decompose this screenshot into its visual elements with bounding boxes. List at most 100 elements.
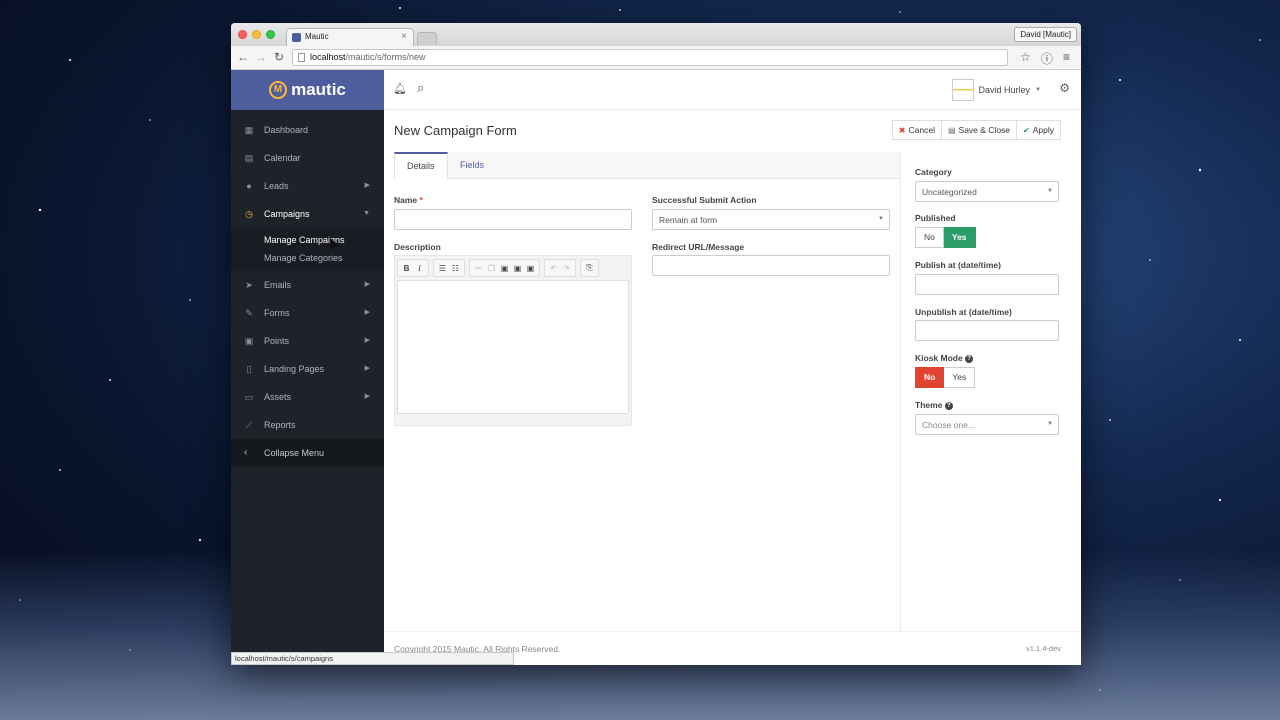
theme-label: Theme ? (915, 400, 953, 410)
apply-button-label: Apply (1032, 125, 1054, 135)
page-document-icon (298, 53, 305, 62)
editor-source-group: ⎘ (580, 259, 599, 277)
form-main-panel: Details Fields Name * Description B I ☰ (384, 151, 900, 633)
kiosk-mode-toggle: No Yes (915, 367, 976, 388)
sidebar-item-leads[interactable]: ● Leads ▶ (231, 172, 384, 200)
tab-fields[interactable]: Fields (448, 152, 496, 179)
gear-icon[interactable]: ⚙ (1059, 81, 1070, 95)
bell-icon[interactable]: 🔔︎ (393, 82, 407, 95)
submit-action-select[interactable]: Remain at form ▼ (652, 209, 890, 230)
check-icon: ✔ (1023, 126, 1030, 135)
menu-hamburger-icon[interactable]: ≡ (1063, 50, 1070, 64)
address-bar[interactable]: localhost/mautic/s/forms/new (292, 49, 1008, 66)
brand-name: mautic (291, 80, 346, 99)
browser-tab-title: Mautic (305, 32, 329, 41)
bold-icon[interactable]: B (401, 264, 412, 273)
forward-arrow-icon[interactable]: → (255, 50, 267, 64)
info-circle-icon[interactable]: ⓘ (1041, 50, 1053, 67)
submenu-manage-campaigns[interactable]: Manage Campaigns (231, 232, 384, 250)
description-editor: B I ☰ ☷ ✂ ❐ ▣ ▣ ▣ ↶ ↷ ⎘ (394, 255, 632, 426)
publish-at-input[interactable] (915, 274, 1059, 295)
sidebar-item-reports[interactable]: ⟋ Reports (231, 411, 384, 439)
chevron-down-icon: ▼ (363, 210, 370, 217)
category-select[interactable]: Uncategorized ▼ (915, 181, 1059, 202)
browser-tab[interactable]: Mautic × (286, 28, 414, 46)
close-window-button[interactable] (238, 30, 247, 39)
redo-icon[interactable]: ↷ (561, 264, 572, 273)
user-icon: ● (246, 181, 252, 191)
question-circle-icon[interactable]: ? (944, 401, 953, 410)
sidebar-item-dashboard[interactable]: ▦ Dashboard (231, 116, 384, 144)
chevron-right-icon: ▶ (364, 337, 370, 344)
minimize-window-button[interactable] (252, 30, 261, 39)
save-close-button[interactable]: ▤ Save & Close (941, 120, 1018, 140)
pencil-square-icon: ✎ (245, 308, 253, 318)
published-toggle: No Yes (915, 227, 976, 248)
unpublish-at-input[interactable] (915, 320, 1059, 341)
bookmark-star-icon[interactable]: ☆ (1020, 50, 1031, 64)
sidebar-item-label: Calendar (264, 153, 301, 163)
kiosk-mode-label: Kiosk Mode ? (915, 353, 974, 363)
numbered-list-icon[interactable]: ☰ (437, 264, 448, 273)
url-path: /mautic/s/forms/new (345, 52, 426, 62)
chevron-right-icon: ▶ (364, 365, 370, 372)
maximize-window-button[interactable] (266, 30, 275, 39)
bulleted-list-icon[interactable]: ☷ (450, 264, 461, 273)
sidebar-item-calendar[interactable]: ▤ Calendar (231, 144, 384, 172)
category-value: Uncategorized (922, 187, 977, 197)
editor-history-group: ↶ ↷ (544, 259, 576, 277)
cancel-button[interactable]: ✖ Cancel (891, 120, 942, 140)
tab-close-icon[interactable]: × (401, 31, 407, 42)
brand-logo[interactable]: M mautic (231, 70, 384, 110)
tab-details[interactable]: Details (394, 152, 448, 179)
copy-icon[interactable]: ❐ (486, 264, 497, 273)
paste-icon[interactable]: ▣ (499, 264, 510, 273)
search-icon[interactable]: ⌕ (417, 80, 424, 96)
source-code-icon[interactable]: ⎘ (584, 263, 595, 273)
sidebar-item-emails[interactable]: ➤ Emails ▶ (231, 271, 384, 299)
collapse-menu-button[interactable]: ‹ Collapse Menu (231, 439, 384, 467)
sidebar-item-label: Landing Pages (264, 364, 325, 374)
cut-icon[interactable]: ✂ (473, 264, 484, 273)
theme-select[interactable]: Choose one... ▼ (915, 414, 1059, 435)
name-input[interactable] (394, 209, 632, 230)
sidebar: M mautic ▦ Dashboard ▤ Calendar ● Leads … (231, 70, 384, 665)
submit-action-label: Successful Submit Action (652, 195, 757, 205)
paper-plane-icon: ➤ (245, 280, 253, 290)
form-settings-panel: Category Uncategorized ▼ Published No Ye… (900, 151, 1071, 633)
sidebar-item-label: Forms (264, 308, 290, 318)
undo-icon[interactable]: ↶ (548, 264, 559, 273)
chevron-left-icon: ‹ (244, 447, 248, 458)
editor-format-group: B I (397, 259, 429, 277)
redirect-input[interactable] (652, 255, 890, 276)
sidebar-item-label: Dashboard (264, 125, 309, 135)
question-circle-icon[interactable]: ? (965, 354, 974, 363)
paste-text-icon[interactable]: ▣ (512, 264, 523, 273)
submenu-manage-categories[interactable]: Manage Categories (231, 250, 384, 268)
collapse-menu-label: Collapse Menu (264, 448, 325, 458)
italic-icon[interactable]: I (414, 264, 425, 273)
kiosk-no-button[interactable]: No (915, 367, 945, 388)
kiosk-yes-button[interactable]: Yes (944, 367, 976, 388)
new-tab-button[interactable] (417, 32, 437, 45)
clock-icon: ◷ (245, 209, 253, 219)
reload-icon[interactable]: ↻ (274, 50, 284, 64)
apply-button[interactable]: ✔ Apply (1017, 120, 1061, 140)
paste-word-icon[interactable]: ▣ (525, 264, 536, 273)
chevron-right-icon: ▶ (364, 182, 370, 189)
browser-profile-button[interactable]: David [Mautic] (1014, 27, 1077, 42)
back-arrow-icon[interactable]: ← (237, 50, 249, 64)
sidebar-item-landing-pages[interactable]: ▯ Landing Pages ▶ (231, 355, 384, 383)
user-menu[interactable]: David Hurley ▼ (951, 79, 1041, 101)
mautic-app: M mautic ▦ Dashboard ▤ Calendar ● Leads … (231, 70, 1081, 665)
theme-placeholder: Choose one... (922, 420, 975, 430)
page-title: New Campaign Form (394, 123, 517, 138)
sidebar-item-points[interactable]: ▣ Points ▶ (231, 327, 384, 355)
sidebar-item-forms[interactable]: ✎ Forms ▶ (231, 299, 384, 327)
close-icon: ✖ (898, 126, 906, 135)
sidebar-item-campaigns[interactable]: ◷ Campaigns ▼ (231, 200, 384, 228)
description-textarea[interactable] (397, 280, 629, 414)
published-yes-button[interactable]: Yes (943, 227, 976, 248)
published-no-button[interactable]: No (915, 227, 944, 248)
sidebar-item-assets[interactable]: ▭ Assets ▶ (231, 383, 384, 411)
